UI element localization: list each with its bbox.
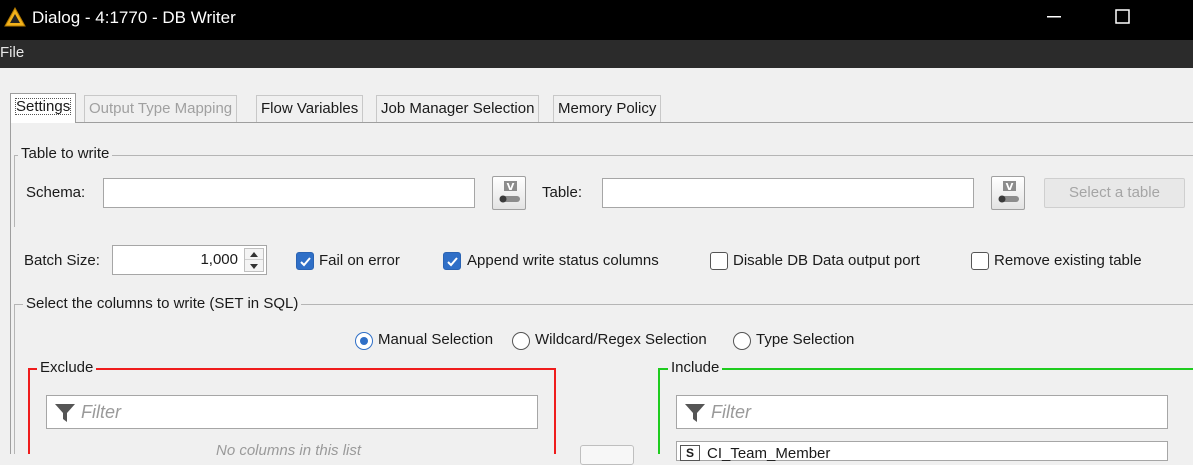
chevron-down-icon (250, 264, 258, 269)
table-label: Table: (542, 184, 583, 201)
tab-job-manager-selection-label: Job Manager Selection (381, 100, 535, 117)
batch-size-value: 1,000 (200, 251, 238, 268)
move-right-button[interactable] (580, 445, 634, 465)
tab-flow-variables-label: Flow Variables (261, 100, 359, 117)
tab-job-manager-selection[interactable]: Job Manager Selection (376, 95, 540, 122)
include-filter-input[interactable]: Filter (676, 395, 1168, 429)
type-selection-radio[interactable] (733, 332, 751, 350)
include-label: Include (668, 359, 723, 376)
minimize-icon (1047, 16, 1061, 18)
tab-output-type-mapping: Output Type Mapping (84, 95, 238, 122)
manual-selection-radio[interactable] (355, 332, 373, 350)
flow-variable-icon: V (499, 181, 520, 203)
append-status-label[interactable]: Append write status columns (467, 252, 659, 269)
disable-output-checkbox[interactable] (710, 252, 728, 270)
table-flow-variable-button[interactable]: V (991, 176, 1025, 210)
maximize-icon (1115, 9, 1130, 24)
schema-label: Schema: (26, 184, 86, 201)
table-to-write-label: Table to write (18, 145, 113, 162)
schema-input[interactable] (103, 178, 475, 208)
maximize-button[interactable] (1098, 0, 1148, 33)
tab-memory-policy-label: Memory Policy (558, 100, 657, 117)
spinner-arrows[interactable] (244, 248, 264, 272)
exclude-empty-note: No columns in this list (216, 442, 362, 459)
fail-on-error-label[interactable]: Fail on error (319, 252, 400, 269)
chevron-up-icon (250, 252, 258, 257)
menu-bar: File (0, 40, 1193, 68)
batch-size-label: Batch Size: (24, 252, 100, 269)
menu-file[interactable]: File (0, 44, 24, 61)
filter-icon (685, 404, 705, 422)
schema-flow-variable-button[interactable]: V (492, 176, 526, 210)
filter-icon (55, 404, 75, 422)
column-selection-label: Select the columns to write (SET in SQL) (23, 295, 302, 312)
include-filter-placeholder: Filter (711, 402, 751, 422)
spinner-up-button[interactable] (245, 249, 263, 260)
minimize-button[interactable] (1030, 0, 1080, 33)
flow-variable-icon: V (998, 181, 1019, 203)
svg-text:V: V (1006, 182, 1014, 193)
manual-selection-label[interactable]: Manual Selection (378, 331, 493, 348)
check-icon (300, 257, 311, 267)
title-bar[interactable]: Dialog - 4:1770 - DB Writer (0, 0, 1193, 40)
append-status-checkbox[interactable] (443, 252, 461, 270)
exclude-label: Exclude (37, 359, 97, 376)
fail-on-error-checkbox[interactable] (296, 252, 314, 270)
check-icon (447, 257, 458, 267)
wildcard-selection-label[interactable]: Wildcard/Regex Selection (535, 331, 707, 348)
remove-table-checkbox[interactable] (971, 252, 989, 270)
warning-triangle-icon (4, 7, 26, 27)
remove-table-label[interactable]: Remove existing table (994, 252, 1142, 269)
window-title: Dialog - 4:1770 - DB Writer (32, 8, 236, 27)
disable-output-label[interactable]: Disable DB Data output port (733, 252, 920, 269)
svg-text:V: V (507, 182, 515, 193)
select-table-button[interactable]: Select a table (1044, 178, 1185, 208)
spinner-down-button[interactable] (245, 261, 263, 272)
tab-memory-policy[interactable]: Memory Policy (553, 95, 662, 122)
wildcard-selection-radio[interactable] (512, 332, 530, 350)
tab-settings-label: Settings (15, 98, 72, 115)
tab-settings[interactable]: Settings (10, 93, 77, 123)
exclude-filter-placeholder: Filter (81, 402, 121, 422)
batch-size-spinner[interactable]: 1,000 (112, 245, 267, 275)
string-type-icon: S (680, 445, 700, 461)
table-input[interactable] (602, 178, 974, 208)
include-list[interactable]: S CI_Team_Member (676, 441, 1168, 462)
type-selection-label[interactable]: Type Selection (756, 331, 854, 348)
tab-output-type-mapping-label: Output Type Mapping (89, 100, 233, 117)
tab-flow-variables[interactable]: Flow Variables (256, 95, 364, 122)
exclude-filter-input[interactable]: Filter (46, 395, 538, 429)
